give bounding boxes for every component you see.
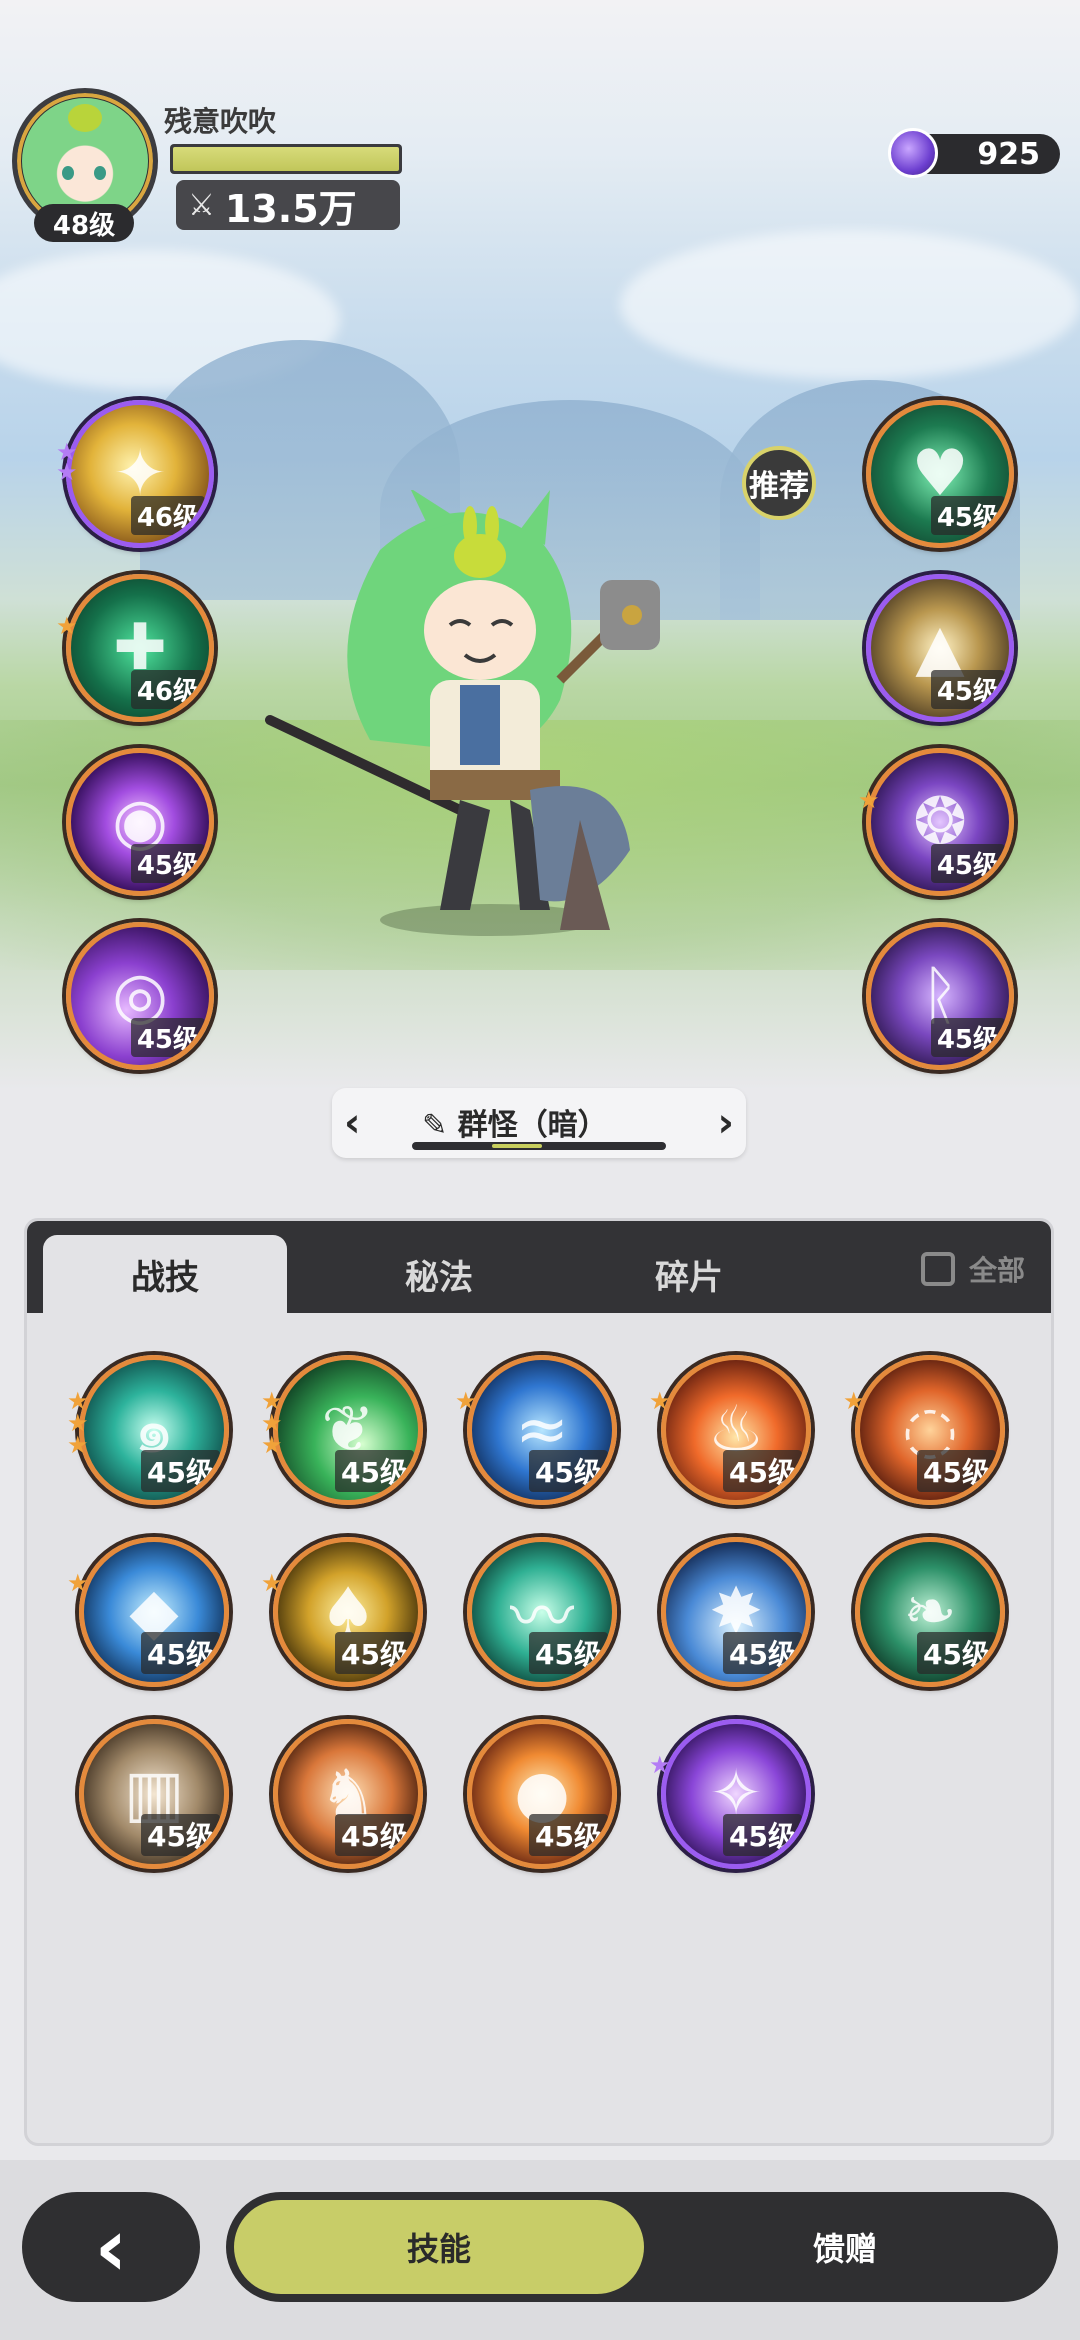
star-icon: ★: [261, 1431, 283, 1459]
next-preset-button[interactable]: ›: [718, 1100, 734, 1146]
tab-combat-skills[interactable]: 战技: [43, 1235, 287, 1313]
skill-card[interactable]: ♨ 45级: [661, 1355, 811, 1505]
experience-bar: [170, 144, 402, 174]
combat-power-value: 13.5万: [224, 186, 357, 231]
star-icon: ★: [261, 1569, 283, 1597]
skill-level: 45级: [335, 1632, 414, 1674]
skill-level: 45级: [141, 1814, 220, 1856]
skill-card[interactable]: ◌ 45级: [855, 1355, 1005, 1505]
player-name: 残意吹吹: [164, 105, 277, 138]
skill-level: 45级: [930, 496, 1005, 535]
equipped-skill-right-3[interactable]: ❂ 45级: [866, 748, 1014, 896]
back-arrow-icon: ‹: [94, 2200, 128, 2294]
skill-level: 45级: [723, 1814, 802, 1856]
equipped-skill-left-3[interactable]: ◉ 45级: [66, 748, 214, 896]
skill-level: 45级: [130, 844, 205, 883]
tab-bar: 战技 秘法 碎片 全部: [27, 1221, 1051, 1313]
skill-card[interactable]: ◆ 45级: [79, 1537, 229, 1687]
skill-preset-selector: ‹ ✎ 群怪（暗） ›: [332, 1088, 746, 1158]
skill-level: 45级: [930, 670, 1005, 709]
skill-card[interactable]: ♠ 45级: [273, 1537, 423, 1687]
show-all-toggle[interactable]: 全部: [920, 1249, 1025, 1289]
star-icon: ★: [56, 612, 78, 640]
show-all-label: 全部: [968, 1254, 1025, 1287]
star-icon: ★: [649, 1387, 671, 1415]
crossed-swords-icon: ⚔: [188, 187, 215, 223]
preset-label: 群怪（暗）: [457, 1108, 608, 1143]
star-icon: ★: [843, 1387, 865, 1415]
skill-level: 45级: [917, 1450, 996, 1492]
back-button[interactable]: ‹: [22, 2192, 200, 2302]
skill-level: 45级: [930, 844, 1005, 883]
skill-card[interactable]: ๑ 45级: [79, 1355, 229, 1505]
tab-fragments[interactable]: 碎片: [567, 1235, 811, 1313]
star-icon: ★: [455, 1387, 477, 1415]
equipped-skill-right-4[interactable]: ᚱ 45级: [866, 922, 1014, 1070]
skill-level: 45级: [529, 1450, 608, 1492]
prev-preset-button[interactable]: ‹: [344, 1100, 360, 1146]
skill-card[interactable]: ✧ 45级: [661, 1719, 811, 1869]
skill-level: 45级: [141, 1632, 220, 1674]
cloud: [620, 230, 1080, 380]
star-icon: ★: [858, 786, 880, 814]
tab-secret-arts[interactable]: 秘法: [317, 1235, 561, 1313]
skill-card[interactable]: ❦ 45级: [273, 1355, 423, 1505]
skill-card[interactable]: ● 45级: [467, 1719, 617, 1869]
skill-level: 45级: [335, 1814, 414, 1856]
equipped-skill-left-4[interactable]: ◎ 45级: [66, 922, 214, 1070]
skill-card[interactable]: ≈ 45级: [467, 1355, 617, 1505]
skill-inventory-panel: 战技 秘法 碎片 全部 ๑ 45级 ❦ 45级 ≈ 45级 ♨ 45级 ◌ 45…: [24, 1218, 1054, 2146]
nav-gift-tab[interactable]: 馈赠: [640, 2200, 1050, 2294]
skill-level: 45级: [930, 1018, 1005, 1057]
star-icon: ★: [67, 1569, 89, 1597]
preset-page-indicator: [492, 1144, 542, 1148]
skill-level: 45级: [335, 1450, 414, 1492]
checkbox[interactable]: [920, 1252, 955, 1286]
equipped-skill-right-1[interactable]: ♥ 45级: [866, 400, 1014, 548]
star-icon: ★: [67, 1431, 89, 1459]
nav-skills-tab[interactable]: 技能: [234, 2200, 644, 2294]
equipped-skill-left-2[interactable]: ✚ 46级: [66, 574, 214, 722]
skill-level: 45级: [529, 1814, 608, 1856]
skill-card[interactable]: 〰 45级: [467, 1537, 617, 1687]
hero-character[interactable]: [260, 490, 710, 950]
preset-name[interactable]: ✎ 群怪（暗）: [422, 1100, 608, 1144]
skill-level: 45级: [723, 1632, 802, 1674]
skill-level: 45级: [723, 1450, 802, 1492]
skill-card[interactable]: ❧ 45级: [855, 1537, 1005, 1687]
purple-gem-icon: [888, 128, 938, 178]
skill-level: 46级: [130, 670, 205, 709]
skill-level: 45级: [130, 1018, 205, 1057]
combat-power-box: ⚔ 13.5万: [176, 180, 400, 231]
equipped-skill-right-2[interactable]: ▲ 45级: [866, 574, 1014, 722]
skill-level: 45级: [141, 1450, 220, 1492]
skill-level: 45级: [917, 1632, 996, 1674]
star-icon: ★: [56, 458, 78, 486]
equipped-skill-left-1[interactable]: ✦ 46级: [66, 400, 214, 548]
star-icon: ★: [649, 1751, 671, 1779]
recommend-button[interactable]: 推荐: [742, 446, 816, 520]
gem-count: 925: [977, 136, 1040, 172]
skill-level: 46级: [130, 496, 205, 535]
skill-card[interactable]: ♞ 45级: [273, 1719, 423, 1869]
skill-card[interactable]: ▥ 45级: [79, 1719, 229, 1869]
pencil-icon: ✎: [422, 1108, 448, 1143]
skill-card[interactable]: ✸ 45级: [661, 1537, 811, 1687]
skill-level: 45级: [529, 1632, 608, 1674]
player-level-badge: 48级: [34, 204, 134, 242]
